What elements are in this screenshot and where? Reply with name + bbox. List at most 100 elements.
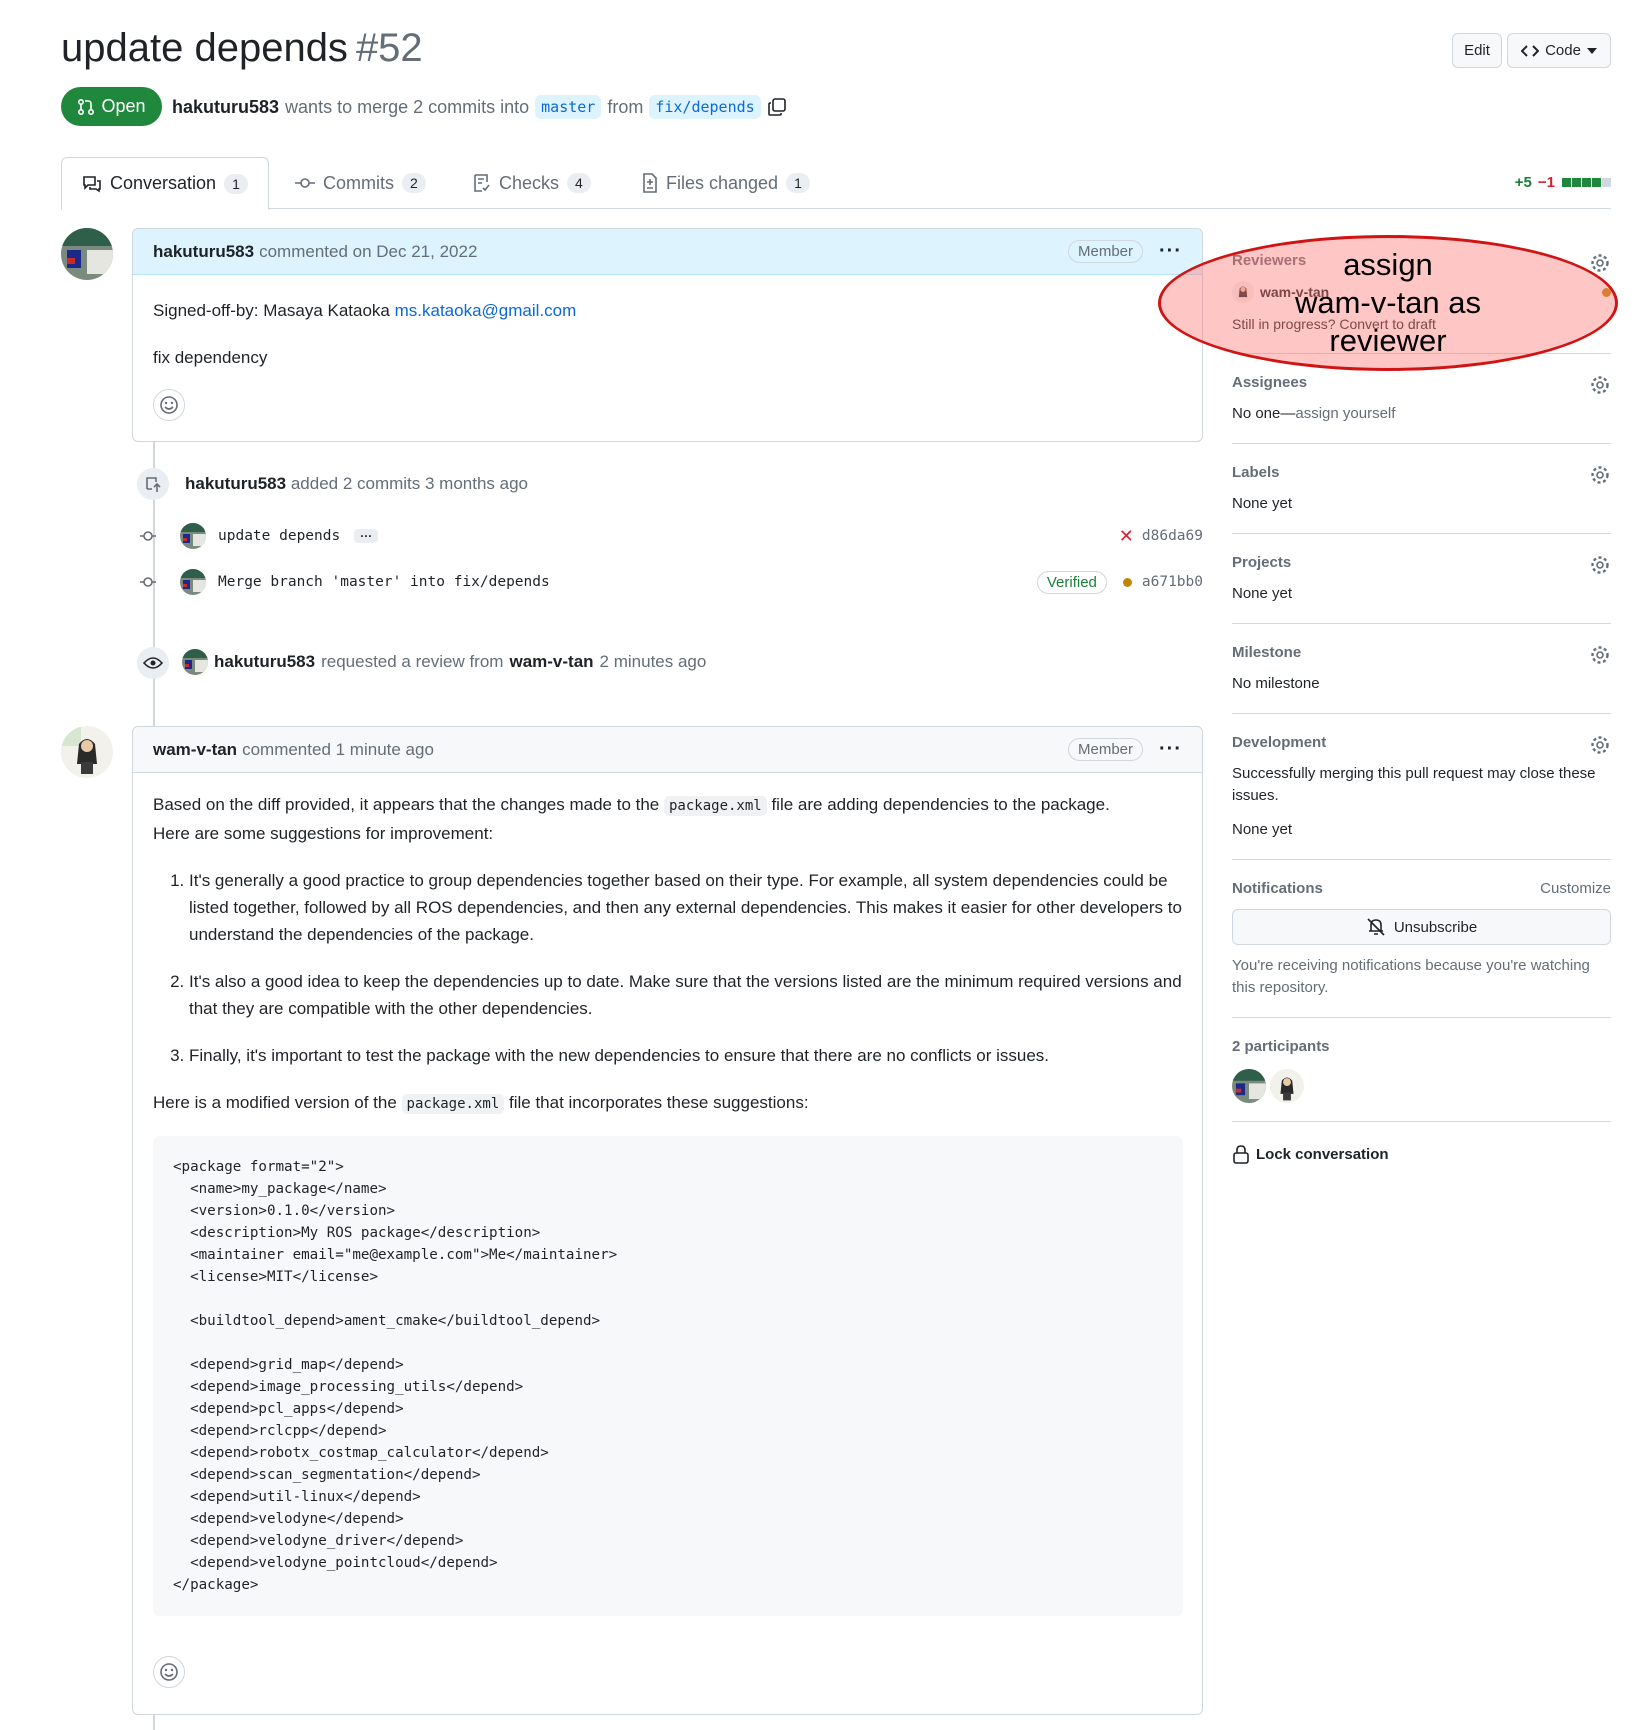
avatar-hakuturu583[interactable] <box>61 228 113 280</box>
sidebar-labels: Labels None yet <box>1232 444 1611 534</box>
tab-files-changed-label: Files changed <box>666 172 779 193</box>
git-commit-icon <box>140 531 156 541</box>
signoff-email-link[interactable]: ms.kataoka@gmail.com <box>395 301 577 320</box>
comment-discussion-icon <box>83 175 101 192</box>
event-author[interactable]: hakuturu583 <box>214 652 315 672</box>
tab-files-changed-count: 1 <box>786 173 810 193</box>
code-icon <box>1521 44 1540 57</box>
outro-text: Here is a modified version of the <box>153 1093 397 1112</box>
sidebar-assignees-title[interactable]: Assignees <box>1232 374 1611 391</box>
diffstat-deletions: −1 <box>1537 174 1555 191</box>
event-author[interactable]: hakuturu583 <box>185 474 286 493</box>
sidebar-notifications: Notifications Customize Unsubscribe You'… <box>1232 860 1611 1018</box>
sidebar-labels-title[interactable]: Labels <box>1232 464 1611 481</box>
eye-icon <box>137 647 169 679</box>
gear-icon[interactable] <box>1589 554 1611 576</box>
avatar-hakuturu583[interactable] <box>182 649 208 675</box>
sidebar-participants: 2 participants <box>1232 1018 1611 1122</box>
sidebar-projects-title[interactable]: Projects <box>1232 554 1611 571</box>
signoff-text: Signed-off-by: Masaya Kataoka <box>153 301 390 320</box>
copy-icon[interactable] <box>767 97 787 117</box>
sidebar-milestone-title[interactable]: Milestone <box>1232 644 1611 661</box>
checklist-icon <box>474 174 490 192</box>
pr-number: #52 <box>355 26 423 70</box>
commit-row: update depends ··· ✕ d86da69 <box>140 521 1203 551</box>
comment-header: wam-v-tan commented 1 minute ago Member … <box>133 727 1202 773</box>
event-text: added 2 commits 3 months ago <box>290 474 529 493</box>
gear-icon[interactable] <box>1589 734 1611 756</box>
commit-sha-link[interactable]: a671bb0 <box>1142 574 1203 590</box>
tab-commits-label: Commits <box>323 172 394 193</box>
commit-message-link[interactable]: Merge branch 'master' into fix/depends <box>218 574 550 590</box>
commit-message-link[interactable]: update depends <box>218 528 340 544</box>
avatar-wam-v-tan[interactable] <box>1270 1069 1304 1103</box>
base-branch[interactable]: master <box>535 95 602 119</box>
check-failed-icon[interactable]: ✕ <box>1119 526 1134 547</box>
more-options-icon[interactable]: ··· <box>1159 738 1182 761</box>
event-time[interactable]: 2 minutes ago <box>600 652 707 672</box>
verified-badge[interactable]: Verified <box>1036 570 1107 594</box>
comment-body: Signed-off-by: Masaya Kataoka ms.kataoka… <box>133 275 1202 439</box>
check-pending-icon[interactable] <box>1122 577 1132 587</box>
tab-conversation-count: 1 <box>224 173 248 194</box>
file-diff-icon <box>643 173 657 193</box>
development-value: None yet <box>1232 821 1293 838</box>
tab-conversation[interactable]: Conversation 1 <box>61 157 269 210</box>
tab-checks[interactable]: Checks 4 <box>453 157 611 209</box>
event-reviewer[interactable]: wam-v-tan <box>509 652 593 672</box>
development-note: Successfully merging this pull request m… <box>1232 765 1596 804</box>
lock-icon <box>1233 1145 1249 1164</box>
commit-row: Merge branch 'master' into fix/depends V… <box>140 567 1203 597</box>
gear-icon[interactable] <box>1589 464 1611 486</box>
event-text: requested a review from <box>321 652 504 671</box>
comment-author[interactable]: wam-v-tan <box>153 740 237 760</box>
edit-button[interactable]: Edit <box>1452 33 1502 68</box>
pr-author-link[interactable]: hakuturu583 <box>172 97 279 118</box>
repo-push-icon <box>137 468 169 500</box>
member-badge: Member <box>1068 738 1144 761</box>
head-branch[interactable]: fix/depends <box>649 95 761 119</box>
diffstat-additions: +5 <box>1514 174 1532 191</box>
pr-title-text: update depends <box>61 26 348 70</box>
list-item: Finally, it's important to test the pack… <box>189 1042 1182 1069</box>
notifications-note: You're receiving notifications because y… <box>1232 957 1590 996</box>
expand-commit-button[interactable]: ··· <box>354 529 379 543</box>
inline-code: package.xml <box>664 796 767 816</box>
tab-commits[interactable]: Commits 2 <box>275 157 446 209</box>
add-reaction-button[interactable] <box>153 389 185 421</box>
participants-list <box>1232 1069 1611 1103</box>
gear-icon[interactable] <box>1589 644 1611 666</box>
unsubscribe-button[interactable]: Unsubscribe <box>1232 909 1611 945</box>
sidebar-milestone: Milestone No milestone <box>1232 624 1611 714</box>
pull-request-icon <box>78 98 95 115</box>
lock-conversation-button[interactable]: Lock conversation <box>1232 1122 1611 1164</box>
review-requested-event: hakuturu583 requested a review from wam-… <box>182 649 706 675</box>
git-commit-icon <box>140 577 156 587</box>
tab-files-changed[interactable]: Files changed 1 <box>622 157 830 209</box>
avatar-hakuturu583[interactable] <box>1232 1069 1266 1103</box>
member-badge: Member <box>1068 240 1144 263</box>
tab-conversation-label: Conversation <box>110 173 217 193</box>
comment-body: Based on the diff provided, it appears t… <box>133 773 1202 1706</box>
inline-code: package.xml <box>401 1094 505 1114</box>
comment-timestamp[interactable]: commented 1 minute ago <box>242 740 434 760</box>
avatar-hakuturu583[interactable] <box>180 569 206 595</box>
projects-value: None yet <box>1232 585 1293 602</box>
add-reaction-button[interactable] <box>153 1656 185 1688</box>
gear-icon[interactable] <box>1589 374 1611 396</box>
assign-yourself-link[interactable]: assign yourself <box>1295 405 1395 422</box>
code-button-label: Code <box>1545 42 1581 59</box>
pr-meta-from: from <box>607 96 644 117</box>
customize-link[interactable]: Customize <box>1540 880 1611 897</box>
commit-sha-link[interactable]: d86da69 <box>1142 528 1203 544</box>
smiley-icon <box>160 396 178 414</box>
assignees-value: No one—assign yourself <box>1232 403 1611 425</box>
lock-conversation-label: Lock conversation <box>1256 1145 1389 1163</box>
code-block[interactable]: <package format="2"> <name>my_package</n… <box>153 1136 1183 1616</box>
code-button[interactable]: Code <box>1507 33 1611 68</box>
avatar-hakuturu583[interactable] <box>180 523 206 549</box>
comment-timestamp[interactable]: commented on Dec 21, 2022 <box>259 242 477 262</box>
sidebar-development-title[interactable]: Development <box>1232 734 1611 751</box>
comment-author[interactable]: hakuturu583 <box>153 242 254 262</box>
avatar-wam-v-tan[interactable] <box>61 726 113 778</box>
